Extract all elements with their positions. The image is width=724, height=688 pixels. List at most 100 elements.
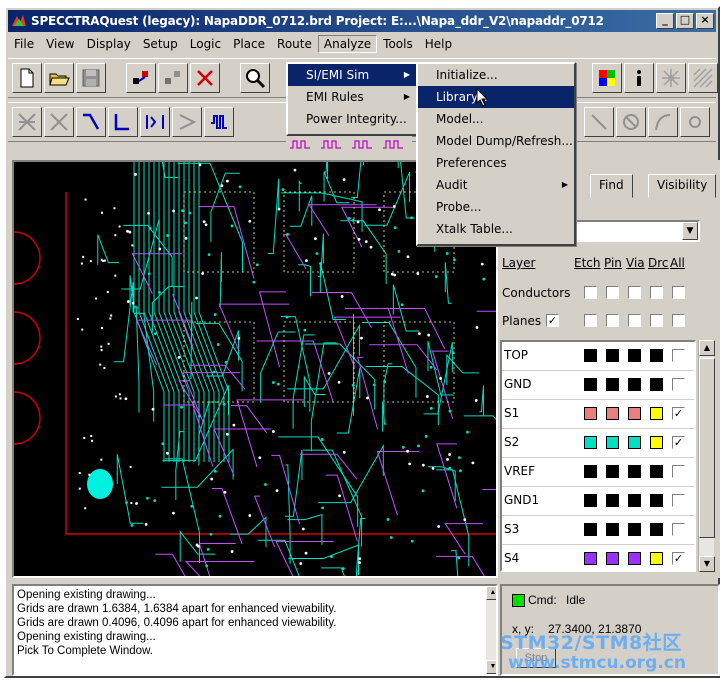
conductors-all-checkbox[interactable] [672,286,685,299]
layer-color-swatch[interactable] [628,523,641,536]
menu-item-si-emi-sim[interactable]: SI/EMI Sim ▶ [288,64,416,86]
layer-color-swatch[interactable] [628,465,641,478]
layer-color-swatch[interactable] [606,494,619,507]
menu-route[interactable]: Route [271,35,318,53]
menu-tools[interactable]: Tools [377,35,419,53]
layer-color-swatch[interactable] [584,494,597,507]
conductors-pin-checkbox[interactable] [606,286,619,299]
planes-checkbox[interactable]: ✓ [546,314,559,327]
zoom-button[interactable] [240,63,270,93]
save-button[interactable] [76,63,106,93]
open-file-button[interactable] [44,63,74,93]
layer-color-swatch[interactable] [606,436,619,449]
layer-color-swatch[interactable] [606,523,619,536]
layer-color-swatch[interactable] [606,465,619,478]
layer-color-swatch[interactable] [650,552,663,565]
menu-place[interactable]: Place [227,35,271,53]
slide-button[interactable] [158,63,188,93]
planes-pin-checkbox[interactable] [606,314,619,327]
layer-color-swatch[interactable] [584,465,597,478]
menu-item-xtalk-table[interactable]: Xtalk Table... [418,218,574,240]
layer-color-swatch[interactable] [650,378,663,391]
layer-color-swatch[interactable] [584,378,597,391]
layer-color-swatch[interactable] [606,552,619,565]
maximize-button[interactable]: □ [676,13,694,29]
planes-drc-checkbox[interactable] [650,314,663,327]
menu-logic[interactable]: Logic [184,35,227,53]
layer-all-checkbox[interactable] [672,378,685,391]
add-line-button[interactable] [76,107,106,137]
planes-via-checkbox[interactable] [628,314,641,327]
menu-item-model[interactable]: Model... [418,108,574,130]
arc-button[interactable] [584,107,614,137]
menu-item-probe[interactable]: Probe... [418,196,574,218]
slide-route-button[interactable] [140,107,170,137]
layer-color-swatch[interactable] [606,378,619,391]
shade-button[interactable] [688,63,718,93]
layer-all-checkbox[interactable] [672,349,685,362]
conductors-via-checkbox[interactable] [628,286,641,299]
layer-list-scrollbar[interactable]: ▲ ▼ [698,340,715,572]
layer-all-checkbox[interactable]: ✓ [672,436,685,449]
layer-color-swatch[interactable] [628,407,641,420]
menu-item-emi-rules[interactable]: EMI Rules ▶ [288,86,416,108]
layer-color-swatch[interactable] [628,349,641,362]
menu-item-power-integrity[interactable]: Power Integrity... [288,108,416,130]
layer-all-checkbox[interactable] [672,494,685,507]
layer-color-swatch[interactable] [650,523,663,536]
highlight-button[interactable] [656,63,686,93]
layer-color-swatch[interactable] [650,407,663,420]
menu-file[interactable]: File [8,35,40,53]
phase-tune-button[interactable] [204,107,234,137]
layer-all-checkbox[interactable]: ✓ [672,407,685,420]
layer-color-swatch[interactable] [584,436,597,449]
layer-color-swatch[interactable] [650,349,663,362]
planes-etch-checkbox[interactable] [584,314,597,327]
add-connect-route-button[interactable] [108,107,138,137]
menu-item-model-dump-refresh[interactable]: Model Dump/Refresh... [418,130,574,152]
chevron-down-icon[interactable]: ▼ [682,222,698,240]
layer-color-swatch[interactable] [650,465,663,478]
layer-color-swatch[interactable] [628,552,641,565]
layer-color-swatch[interactable] [650,436,663,449]
menu-setup[interactable]: Setup [137,35,184,53]
curve-button[interactable] [648,107,678,137]
stop-button[interactable]: Stop [516,648,556,668]
menu-help[interactable]: Help [419,35,458,53]
layer-color-swatch[interactable] [628,378,641,391]
menu-item-audit[interactable]: Audit ▶ [418,174,574,196]
layer-color-swatch[interactable] [606,349,619,362]
ratsnest-button[interactable] [12,107,42,137]
layer-color-swatch[interactable] [584,349,597,362]
scroll-up-icon[interactable]: ▲ [486,586,496,600]
info-button[interactable] [624,63,654,93]
layer-all-checkbox[interactable] [672,523,685,536]
color-button[interactable] [592,63,622,93]
layer-color-swatch[interactable] [584,407,597,420]
menu-analyze[interactable]: Analyze [317,35,378,53]
conductors-etch-checkbox[interactable] [584,286,597,299]
layer-color-swatch[interactable] [584,552,597,565]
unrats-button[interactable] [44,107,74,137]
menu-item-initialize[interactable]: Initialize... [418,64,574,86]
scroll-down-icon[interactable]: ▼ [486,660,496,674]
new-file-button[interactable] [12,63,42,93]
layer-color-swatch[interactable] [650,494,663,507]
layer-all-checkbox[interactable]: ✓ [672,552,685,565]
close-button[interactable]: × [696,13,714,29]
layer-all-checkbox[interactable] [672,465,685,478]
layer-color-swatch[interactable] [606,407,619,420]
add-connect-button[interactable] [126,63,156,93]
menu-item-preferences[interactable]: Preferences [418,152,574,174]
tab-find[interactable]: Find [590,174,633,198]
via-button[interactable] [680,107,710,137]
no-drc-button[interactable] [616,107,646,137]
spread-button[interactable] [172,107,202,137]
minimize-button[interactable]: _ [656,13,674,29]
layer-color-swatch[interactable] [584,523,597,536]
scroll-up-icon[interactable]: ▲ [699,340,715,356]
menu-view[interactable]: View [40,35,80,53]
scroll-thumb[interactable] [699,358,715,538]
tab-visibility[interactable]: Visibility [648,174,717,198]
waveform-icon[interactable] [286,136,412,152]
